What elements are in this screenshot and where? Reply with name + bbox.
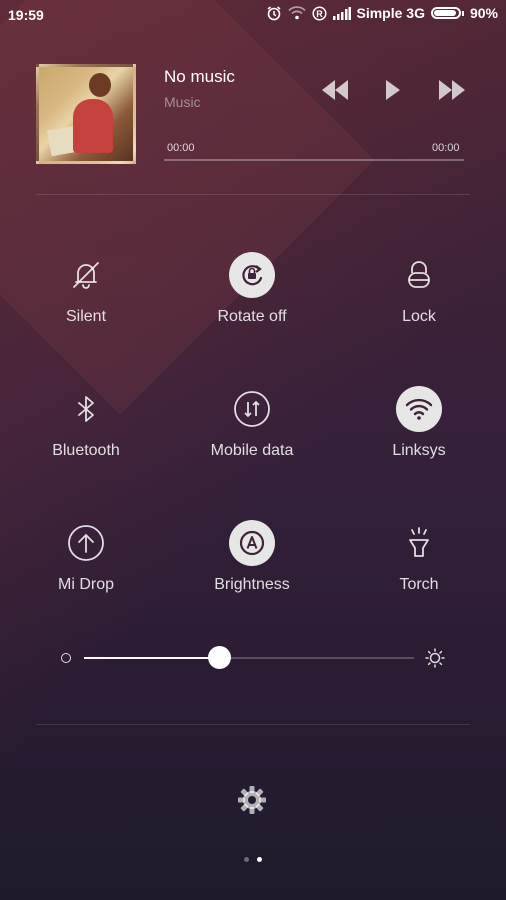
signal-icon — [332, 6, 351, 20]
wifi-icon — [396, 386, 442, 432]
brightness-fill — [84, 657, 219, 659]
battery-icon — [430, 7, 461, 19]
battery-tip — [461, 10, 464, 16]
toggle-label: Mobile data — [210, 442, 294, 459]
music-time-end: 00:00 — [432, 142, 460, 154]
toggle-brightness[interactable]: Brightness — [177, 520, 327, 630]
music-time-start: 00:00 — [167, 142, 195, 154]
divider-top — [36, 194, 470, 195]
toggle-rotate[interactable]: Rotate off — [177, 252, 327, 362]
toggle-mobile-data[interactable]: Mobile data — [177, 386, 327, 496]
roaming-icon: R — [311, 5, 327, 21]
toggle-label: Torch — [399, 576, 439, 593]
rotate-lock-icon — [229, 252, 275, 298]
brightness-slider[interactable] — [84, 646, 414, 669]
divider-bottom — [36, 724, 470, 725]
toggle-label: Mi Drop — [57, 576, 114, 593]
brightness-high-icon — [425, 648, 445, 673]
toggle-lock[interactable]: Lock — [344, 252, 494, 362]
status-time: 19:59 — [8, 7, 44, 23]
battery-percent: 90% — [469, 5, 498, 21]
bluetooth-icon — [63, 386, 109, 432]
wifi-icon — [287, 6, 306, 20]
album-art[interactable] — [36, 64, 136, 164]
silent-bell-icon — [63, 252, 109, 298]
page-dot-active — [257, 857, 262, 862]
previous-icon[interactable] — [320, 78, 350, 107]
auto-brightness-icon — [229, 520, 275, 566]
lock-icon — [396, 252, 442, 298]
toggle-bluetooth[interactable]: Bluetooth — [11, 386, 161, 496]
toggle-label: Bluetooth — [52, 442, 120, 459]
toggle-label: Brightness — [214, 576, 290, 593]
mobile-data-icon — [229, 386, 275, 432]
svg-text:R: R — [316, 9, 323, 19]
mi-drop-icon — [63, 520, 109, 566]
brightness-thumb[interactable] — [208, 646, 231, 669]
music-subtitle: Music — [164, 94, 201, 110]
next-icon[interactable] — [437, 78, 467, 107]
gear-icon[interactable] — [236, 784, 268, 821]
toggle-label: Rotate off — [217, 308, 287, 325]
toggle-wifi[interactable]: Linksys — [344, 386, 494, 496]
alarm-icon — [266, 5, 282, 21]
page-indicator — [244, 857, 262, 862]
play-icon[interactable] — [384, 78, 402, 107]
status-icons: R Simple 3G 90% — [266, 5, 498, 21]
music-progress-bar[interactable] — [164, 159, 464, 161]
toggle-label: Linksys — [392, 442, 446, 459]
torch-icon — [396, 520, 442, 566]
music-title: No music — [164, 67, 235, 86]
toggle-silent[interactable]: Silent — [11, 252, 161, 362]
carrier-name: Simple 3G — [356, 5, 425, 21]
page-dot — [244, 857, 249, 862]
brightness-low-icon — [61, 653, 71, 663]
toggle-torch[interactable]: Torch — [344, 520, 494, 630]
toggle-label: Silent — [65, 308, 107, 325]
status-bar: 19:59 R Simple 3G 90% — [0, 0, 506, 30]
toggle-mi-drop[interactable]: Mi Drop — [11, 520, 161, 630]
toggle-label: Lock — [402, 308, 436, 325]
